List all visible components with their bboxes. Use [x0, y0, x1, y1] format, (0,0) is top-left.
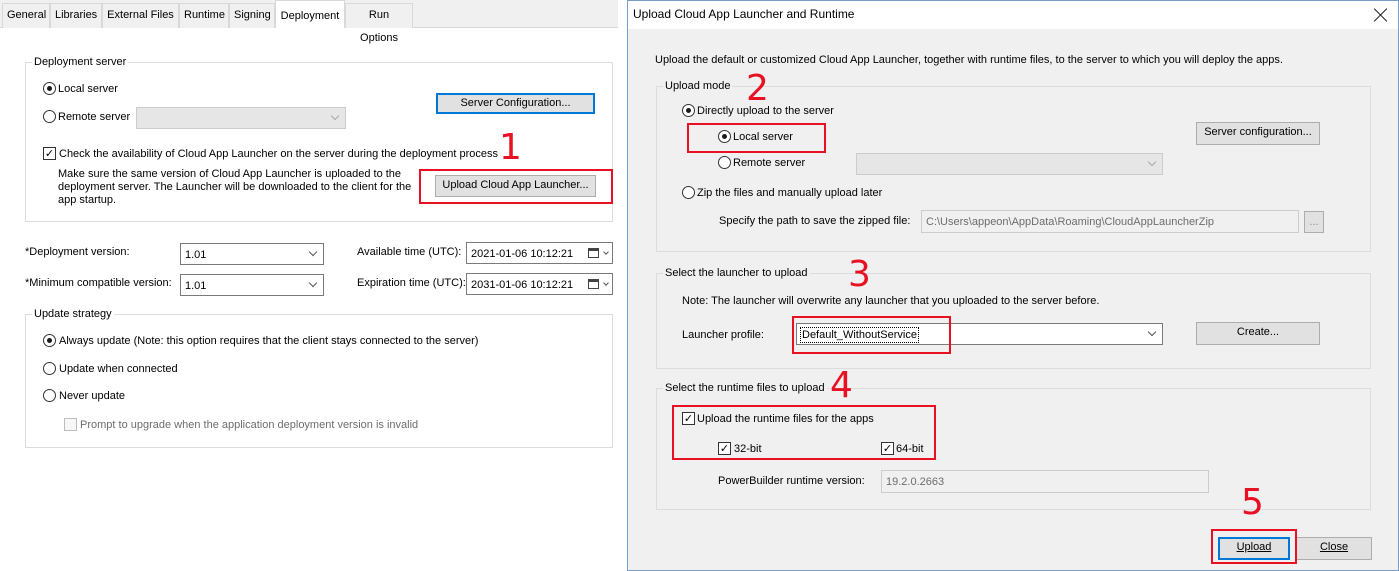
remote-server-radio[interactable] — [43, 110, 56, 123]
annotation-number-5: 5 — [1241, 482, 1264, 523]
server-configuration-button[interactable]: Server configuration... — [1196, 122, 1320, 145]
expiration-time-picker[interactable]: 2031-01-06 10:12:21 — [466, 273, 613, 295]
min-version-select[interactable]: 1.01 — [180, 274, 324, 296]
available-time-label: Available time (UTC): — [357, 246, 462, 258]
launcher-note: Note: The launcher will overwrite any la… — [682, 295, 1100, 307]
direct-upload-radio[interactable] — [682, 104, 695, 117]
remote-server-select[interactable] — [856, 153, 1163, 175]
never-update-label: Never update — [59, 390, 126, 402]
annotation-number-3: 3 — [848, 254, 871, 295]
expiration-time-value: 2031-01-06 10:12:21 — [471, 279, 574, 291]
expiration-time-label: Expiration time (UTC): — [357, 277, 466, 289]
browse-button[interactable]: ... — [1304, 211, 1324, 233]
tab-general[interactable]: General — [2, 3, 50, 28]
server-configuration-button[interactable]: Server Configuration... — [436, 93, 595, 114]
remote-server-radio[interactable] — [718, 156, 731, 169]
deployment-version-select[interactable]: 1.01 — [180, 243, 324, 265]
deployment-version-text: Deployment version: — [29, 246, 130, 258]
chevron-down-icon — [1147, 327, 1157, 337]
chevron-down-icon — [603, 249, 609, 255]
dialog-title: Upload Cloud App Launcher and Runtime — [633, 7, 855, 21]
chevron-down-icon — [308, 247, 318, 257]
deployment-version-label: *Deployment version: — [25, 245, 130, 259]
zip-path-input[interactable]: C:\Users\appeon\AppData\Roaming\CloudApp… — [921, 210, 1299, 233]
check-availability-label: Check the availability of Cloud App Laun… — [59, 148, 499, 160]
update-when-connected-label: Update when connected — [59, 363, 178, 375]
check-availability-checkbox[interactable]: ✓ — [43, 147, 56, 160]
min-version-value: 1.01 — [185, 280, 207, 292]
update-strategy-title: Update strategy — [32, 307, 114, 321]
update-when-connected-radio[interactable] — [43, 362, 56, 375]
remote-server-select[interactable] — [136, 107, 346, 129]
prompt-upgrade-checkbox[interactable] — [64, 418, 77, 431]
runtime-version-input: 19.2.0.2663 — [881, 470, 1209, 493]
never-update-radio[interactable] — [43, 389, 56, 402]
zip-files-label: Zip the files and manually upload later — [697, 187, 883, 199]
local-server-label: Local server — [58, 83, 118, 95]
available-time-picker[interactable]: 2021-01-06 10:12:21 — [466, 242, 613, 264]
launcher-note-line2: deployment server. The Launcher will be … — [58, 181, 412, 193]
dialog-intro: Upload the default or customized Cloud A… — [655, 54, 1283, 66]
zip-path-value: C:\Users\appeon\AppData\Roaming\CloudApp… — [926, 216, 1215, 228]
annotation-number-1: 1 — [499, 127, 522, 168]
launcher-group: Select the launcher to upload — [656, 266, 1371, 369]
annotation-number-2: 2 — [746, 68, 769, 109]
annotation-box-2 — [687, 123, 826, 153]
min-version-label: *Minimum compatible version: — [25, 276, 172, 290]
tab-bar: General Libraries External Files Runtime… — [0, 0, 618, 44]
prompt-upgrade-label: Prompt to upgrade when the application d… — [80, 419, 419, 431]
upload-mode-title: Upload mode — [663, 79, 733, 93]
tab-libraries[interactable]: Libraries — [50, 3, 102, 28]
launcher-note-line1: Make sure the same version of Cloud App … — [58, 168, 402, 180]
tab-run-options[interactable]: Run Options — [345, 3, 413, 44]
create-label: Create... — [1236, 326, 1280, 338]
calendar-icon[interactable] — [588, 248, 599, 258]
launcher-note-line3: app startup. — [58, 194, 117, 206]
deployment-version-value: 1.01 — [185, 249, 207, 261]
chevron-down-icon — [330, 111, 340, 121]
close-label: Close — [1319, 541, 1349, 553]
runtime-version-label: PowerBuilder runtime version: — [718, 475, 865, 487]
tab-deployment[interactable]: Deployment — [275, 0, 345, 28]
annotation-box-3 — [792, 316, 951, 354]
chevron-down-icon — [308, 278, 318, 288]
tab-signing[interactable]: Signing — [229, 3, 275, 28]
chevron-down-icon — [1147, 157, 1157, 167]
annotation-number-4: 4 — [830, 365, 853, 406]
zip-path-label: Specify the path to save the zipped file… — [719, 215, 911, 227]
always-update-radio[interactable] — [43, 334, 56, 347]
close-button[interactable]: Close — [1296, 537, 1372, 560]
tab-runtime[interactable]: Runtime — [179, 3, 229, 28]
runtime-version-value: 19.2.0.2663 — [886, 476, 945, 488]
tab-external-files[interactable]: External Files — [102, 3, 179, 28]
always-update-label: Always update (Note: this option require… — [59, 335, 479, 347]
annotation-box-1 — [419, 169, 613, 204]
create-button[interactable]: Create... — [1196, 322, 1320, 345]
annotation-box-5 — [1211, 529, 1297, 564]
deployment-server-title: Deployment server — [32, 55, 129, 69]
remote-server-label: Remote server — [733, 157, 806, 169]
upload-dialog: Upload Cloud App Launcher and Runtime Up… — [627, 0, 1399, 571]
launcher-title: Select the launcher to upload — [663, 266, 810, 280]
close-icon[interactable] — [1374, 8, 1388, 22]
remote-server-label: Remote server — [58, 111, 131, 123]
annotation-box-4 — [672, 405, 936, 460]
runtime-title: Select the runtime files to upload — [663, 381, 827, 395]
zip-files-radio[interactable] — [682, 186, 695, 199]
local-server-radio[interactable] — [43, 82, 56, 95]
project-properties-panel: General Libraries External Files Runtime… — [0, 0, 618, 452]
min-version-text: Minimum compatible version: — [29, 277, 172, 289]
calendar-icon[interactable] — [588, 279, 599, 289]
server-configuration-label: Server configuration... — [1204, 126, 1312, 138]
available-time-value: 2021-01-06 10:12:21 — [471, 248, 574, 260]
chevron-down-icon — [603, 280, 609, 286]
launcher-profile-label: Launcher profile: — [682, 329, 764, 341]
dialog-titlebar: Upload Cloud App Launcher and Runtime — [628, 1, 1398, 29]
